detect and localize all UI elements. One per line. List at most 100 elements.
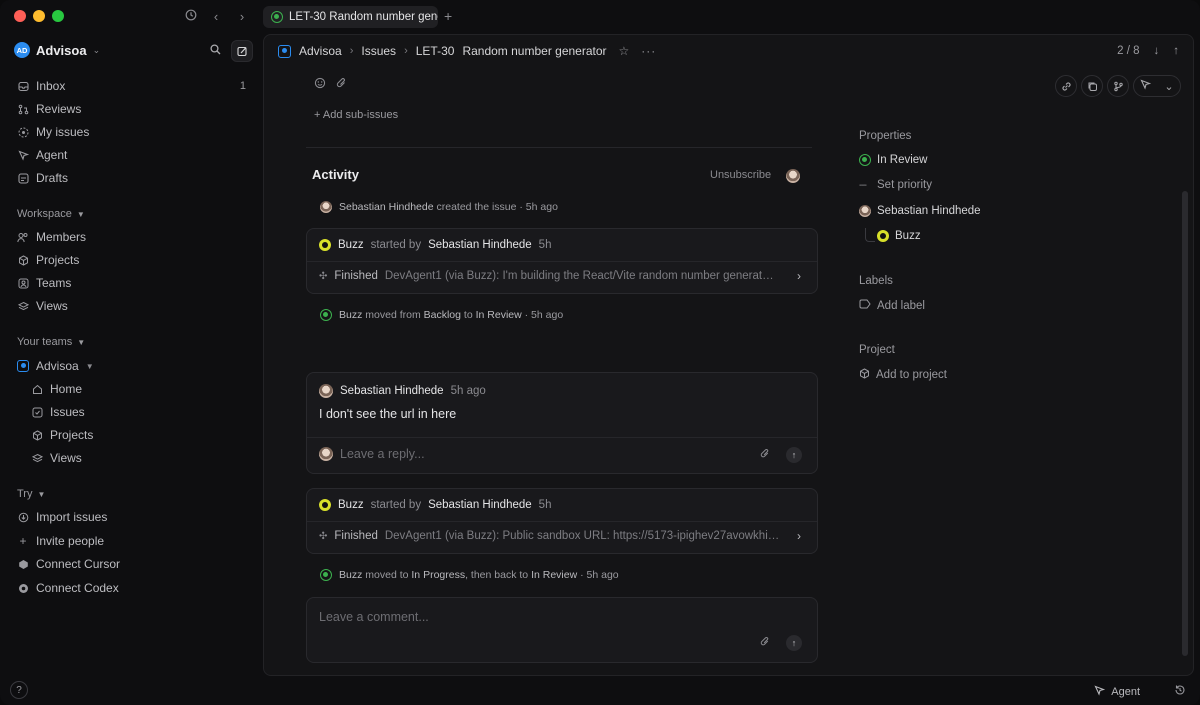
event-actor[interactable]: Buzz [339,569,362,581]
properties-heading: Properties [859,130,912,142]
sidebar-item-label: Reviews [36,102,82,116]
inbox-icon [17,80,29,92]
agent-run-card[interactable]: Buzz started by Sebastian Hindhede 5h ✣ … [306,228,818,294]
comment-author[interactable]: Sebastian Hindhede [340,385,444,397]
breadcrumb-issue-id[interactable]: LET-30 [416,44,455,58]
link-icon[interactable] [1055,75,1077,97]
breadcrumb-issue-title[interactable]: Random number generator [462,44,606,58]
delegate-property[interactable]: Buzz [877,230,921,242]
chevron-right-icon[interactable]: › [797,529,801,543]
buzz-agent-icon [319,499,331,511]
layers-icon [17,300,29,312]
caret-down-icon: ▼ [76,209,85,219]
breadcrumb-team[interactable]: Advisoa [299,44,342,58]
chevron-down-icon: ⌄ [92,44,101,55]
arrow-down-icon[interactable]: ↓ [1154,45,1160,57]
sidebar-item-agent[interactable]: Agent [17,145,252,165]
close-window-button[interactable] [14,10,26,22]
run-summary-text: DevAgent1 (via Buzz): I'm building the R… [384,270,780,282]
back-chevron-icon[interactable]: ‹ [208,9,224,25]
tab-issue[interactable]: LET-30 Random number genera [263,6,438,28]
scrollbar[interactable] [1182,191,1188,656]
attachment-icon[interactable] [336,77,348,92]
your-teams-section-header[interactable]: Your teams ▼ [17,336,85,348]
sidebar-item-team-projects[interactable]: Projects [31,425,231,445]
unsubscribe-button[interactable]: Unsubscribe [710,169,771,181]
divider [307,437,817,438]
agent-footer-button[interactable]: Agent [1094,685,1140,699]
subscriber-avatar[interactable] [786,169,800,183]
attachment-icon[interactable] [760,636,771,650]
sidebar-item-import-issues[interactable]: Import issues [17,507,252,527]
teams-icon [17,277,29,289]
divider [307,261,817,262]
sidebar-item-connect-cursor[interactable]: Connect Cursor [17,554,252,574]
comment-composer[interactable]: Leave a comment... ↑ [306,597,818,663]
to-status: In Review [531,569,578,581]
sidebar-item-projects[interactable]: Projects [17,250,252,270]
sidebar-item-label: Views [36,299,68,313]
minimize-window-button[interactable] [33,10,45,22]
git-branch-icon[interactable] [1107,75,1129,97]
assignee-property[interactable]: Sebastian Hindhede [859,205,981,217]
sidebar-item-team-home[interactable]: Home [31,379,231,399]
sidebar-item-drafts[interactable]: Drafts [17,168,252,188]
reply-input[interactable]: Leave a reply... [340,447,425,461]
copy-icon[interactable] [1081,75,1103,97]
send-reply-button[interactable]: ↑ [786,447,802,463]
sidebar-item-inbox[interactable]: Inbox 1 [17,76,252,96]
event-actor[interactable]: Buzz [339,309,362,321]
sidebar-item-team-issues[interactable]: Issues [31,402,231,422]
add-label-button[interactable]: Add label [859,299,925,312]
sidebar-item-invite-people[interactable]: + Invite people [17,531,252,551]
agent-delegate-dropdown[interactable]: ⌄ [1133,75,1181,97]
comment-input[interactable]: Leave a comment... [319,610,429,624]
compose-icon[interactable] [231,40,253,62]
add-to-project-button[interactable]: Add to project [859,368,947,382]
add-sub-issues-button[interactable]: + Add sub-issues [314,109,398,121]
workspace-section-header[interactable]: Workspace ▼ [17,208,85,220]
emoji-reaction-icon[interactable] [314,77,326,92]
chevron-right-icon[interactable]: › [797,269,801,283]
forward-chevron-icon[interactable]: › [234,9,250,25]
sidebar-item-label: Connect Codex [36,581,119,595]
send-comment-button[interactable]: ↑ [786,635,802,651]
event-time: · 5h ago [519,201,558,213]
priority-property[interactable]: --- Set priority [859,179,932,191]
sidebar-team-advisoa[interactable]: Advisoa ▼ [17,356,252,376]
sidebar-item-label: Teams [36,276,72,290]
team-icon [278,44,291,58]
help-button[interactable]: ? [10,681,28,699]
sidebar-item-members[interactable]: Members [17,227,252,247]
sidebar-item-views[interactable]: Views [17,296,252,316]
priority-value: Set priority [877,179,932,191]
star-icon[interactable]: ☆ [619,44,630,58]
zoom-window-button[interactable] [52,10,64,22]
history-icon[interactable] [1174,684,1186,699]
agent-run-header: Buzz started by Sebastian Hindhede 5h [319,499,551,511]
run-status: Finished [334,270,378,282]
run-status: Finished [334,530,378,542]
search-icon[interactable] [210,44,221,58]
breadcrumb-issues[interactable]: Issues [361,44,396,58]
sidebar-item-reviews[interactable]: Reviews [17,99,252,119]
agent-run-card[interactable]: Buzz started by Sebastian Hindhede 5h ✣ … [306,488,818,554]
sidebar-item-teams[interactable]: Teams [17,273,252,293]
sidebar-item-connect-codex[interactable]: Connect Codex [17,578,252,598]
sidebar-item-my-issues[interactable]: My issues [17,122,252,142]
avatar [319,447,333,461]
sidebar-item-team-views[interactable]: Views [31,448,231,468]
workspace-switcher[interactable]: AD Advisoa ⌄ [14,42,100,58]
attachment-icon[interactable] [760,448,771,462]
arrow-up-icon[interactable]: ↑ [1173,45,1179,57]
sidebar-item-label: Projects [50,428,94,442]
more-options-icon[interactable]: ··· [641,44,656,58]
issue-panel: Advisoa › Issues › LET-30 Random number … [263,34,1194,676]
status-property[interactable]: In Review [859,154,928,166]
history-clock-icon[interactable] [183,9,199,25]
new-tab-button[interactable]: + [444,8,452,24]
event-actor[interactable]: Sebastian Hindhede [339,201,434,213]
comment-body: I don't see the url in here [319,407,457,421]
try-section-header[interactable]: Try ▼ [17,488,45,500]
tab-title: LET-30 Random number genera [289,11,438,23]
